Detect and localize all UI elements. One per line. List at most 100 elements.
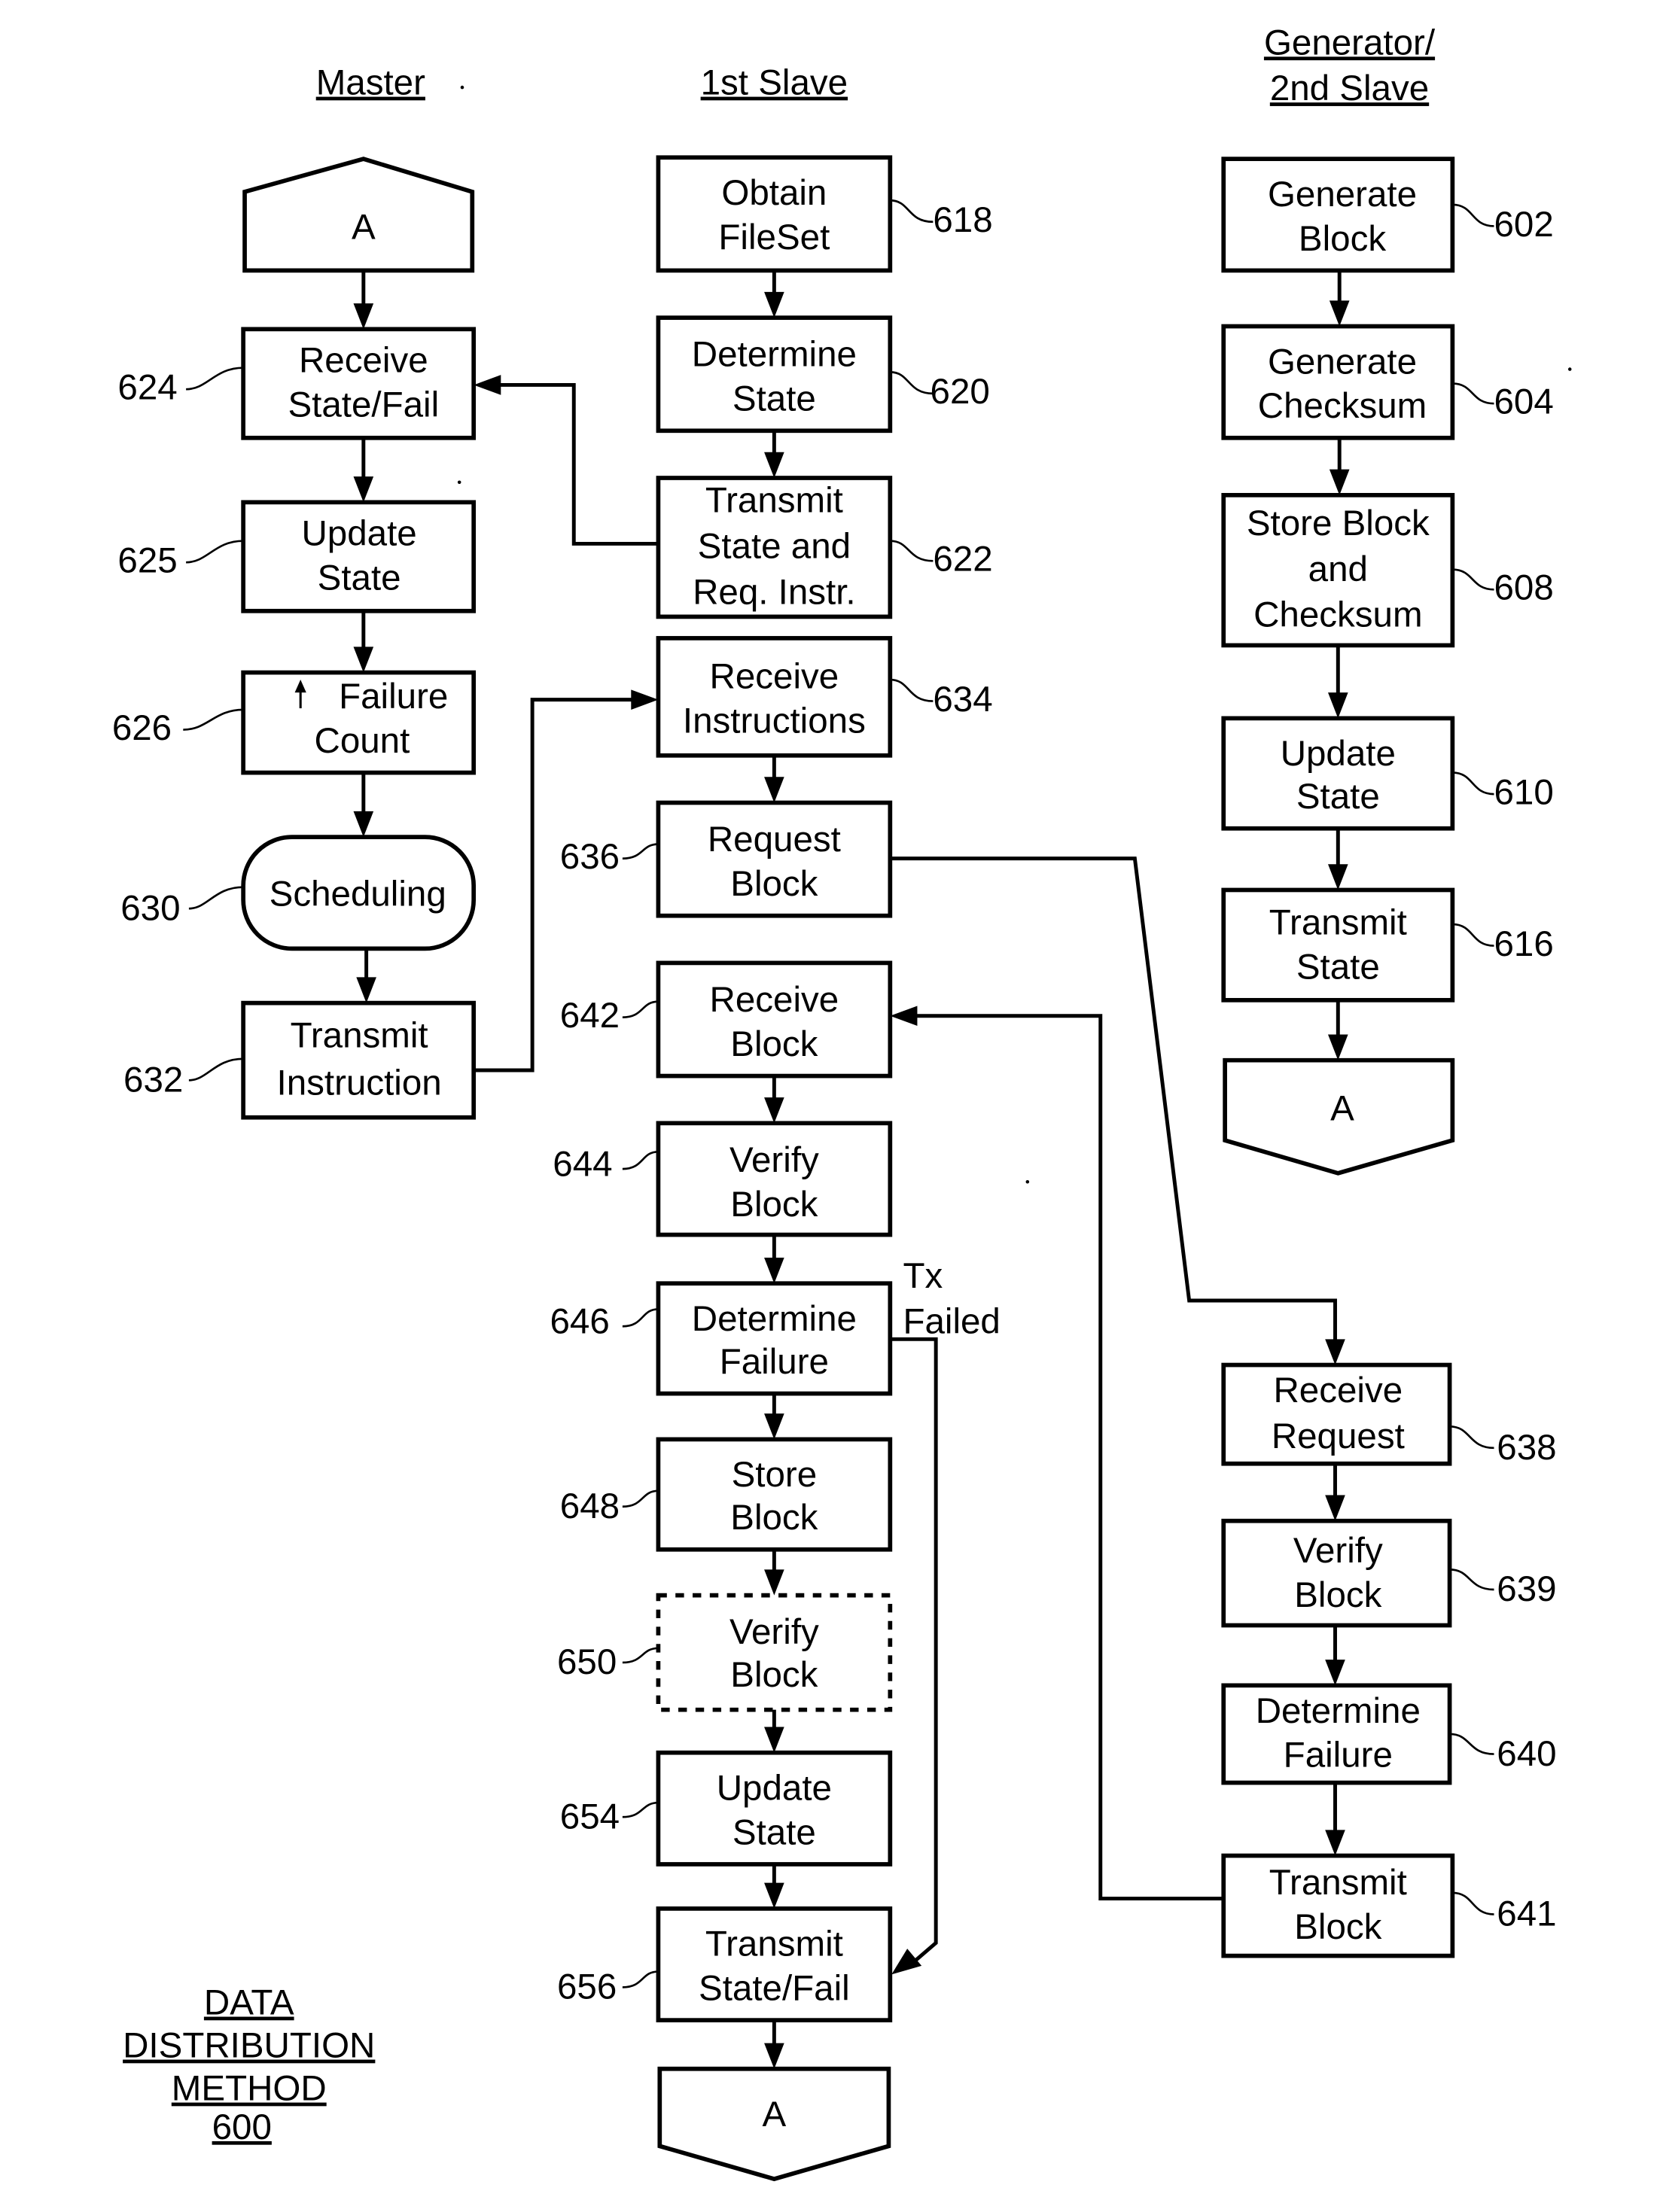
ref-leader xyxy=(1452,1891,1494,1915)
ref-leader xyxy=(1452,568,1494,591)
step-625: Update State 625 xyxy=(117,500,477,613)
step-656: Transmit State/Fail 656 xyxy=(557,1906,893,2023)
ref-leader xyxy=(622,1970,659,1988)
ref-number: 622 xyxy=(933,540,992,580)
step-label-line: Block xyxy=(730,1185,818,1225)
step-620: Determine State 620 xyxy=(656,315,990,434)
step-label-line: Transmit xyxy=(1269,902,1407,942)
step-label-line: Receive xyxy=(710,980,839,1020)
ref-leader xyxy=(622,843,659,860)
ref-number: 646 xyxy=(550,1302,609,1342)
step-label-line: Block xyxy=(730,1498,818,1538)
ref-number: 630 xyxy=(120,888,180,928)
ref-number: 634 xyxy=(933,680,992,720)
ref-leader xyxy=(186,540,244,564)
step-label-line: Update xyxy=(1281,734,1396,774)
ref-number: 616 xyxy=(1494,924,1554,964)
ref-leader xyxy=(890,540,934,562)
step-label-line: State/Fail xyxy=(699,1969,850,2009)
ref-leader xyxy=(1449,1733,1494,1755)
ref-number: 625 xyxy=(117,540,177,580)
ref-number: 618 xyxy=(933,200,992,240)
ref-number: 641 xyxy=(1497,1894,1556,1934)
step-label-line: Transmit xyxy=(1269,1863,1407,1903)
ref-leader xyxy=(622,1489,659,1508)
ref-number: 642 xyxy=(560,996,620,1036)
step-639: Verify Block 639 xyxy=(1221,1518,1557,1628)
ref-leader xyxy=(622,1000,659,1018)
step-label-line: Update xyxy=(717,1768,832,1808)
figure-title-line: 600 xyxy=(212,2107,272,2147)
step-label-line: Block xyxy=(1294,1575,1381,1615)
step-634: Receive Instructions 634 xyxy=(656,636,993,758)
step-label-line: Transmit xyxy=(291,1016,428,1056)
step-label-line: Generate xyxy=(1268,175,1417,215)
ref-number: 656 xyxy=(557,1967,617,2007)
step-label-line: Store xyxy=(732,1455,818,1495)
ref-leader xyxy=(890,678,934,702)
step-label-line: Block xyxy=(1294,1907,1381,1947)
ref-leader xyxy=(1452,771,1494,796)
step-642: Receive Block 642 xyxy=(560,960,893,1079)
step-label-line: Instructions xyxy=(683,701,866,741)
ref-leader xyxy=(188,886,244,910)
connector-label: A xyxy=(1330,1089,1354,1129)
ref-number: 602 xyxy=(1494,205,1554,245)
lane-header-generator-line2: 2nd Slave xyxy=(1270,68,1429,108)
step-label-line: State/Fail xyxy=(288,385,439,424)
figure-title-line: DISTRIBUTION xyxy=(123,2026,375,2066)
step-label-line: Count xyxy=(315,721,410,761)
figure-title: DATA DISTRIBUTION METHOD 600 xyxy=(123,1983,375,2147)
edge-641-to-642 xyxy=(890,1006,1224,1901)
connector-a-master-start: A xyxy=(242,157,475,273)
step-label-line: Block xyxy=(730,864,818,904)
step-650-optional: Verify Block 650 xyxy=(557,1593,893,1712)
step-label-line: Block xyxy=(1299,219,1386,259)
step-630: Scheduling 630 xyxy=(120,835,477,951)
step-label-line: Req. Instr. xyxy=(693,572,856,612)
ref-number: 648 xyxy=(560,1486,620,1526)
step-label-line: Failure xyxy=(1284,1736,1393,1775)
step-label-line: State xyxy=(318,558,401,598)
step-label-line: FileSet xyxy=(718,218,830,257)
ref-leader xyxy=(1452,203,1494,227)
step-label-line: State xyxy=(733,1812,816,1852)
step-label-line: Generate xyxy=(1268,342,1417,382)
connector-label: A xyxy=(763,2095,787,2134)
step-616: Transmit State 616 xyxy=(1221,887,1554,1003)
figure-title-line: METHOD xyxy=(172,2069,327,2109)
ref-number: 608 xyxy=(1494,568,1554,608)
step-641: Transmit Block 641 xyxy=(1221,1853,1557,1958)
step-label-line: State xyxy=(1296,777,1380,817)
ref-leader xyxy=(890,199,934,224)
ref-number: 626 xyxy=(112,708,172,748)
step-label-line: Checksum xyxy=(1258,386,1427,426)
ref-leader xyxy=(622,1801,659,1818)
step-label-line: Instruction xyxy=(277,1063,442,1103)
step-626: Failure Count 626 xyxy=(112,670,477,775)
step-label-line: Store Block xyxy=(1247,504,1430,543)
step-622: Transmit State and Req. Instr. 622 xyxy=(656,476,993,619)
ref-number: 640 xyxy=(1497,1734,1556,1774)
ref-number: 636 xyxy=(560,837,620,877)
step-624: Receive State/Fail 624 xyxy=(117,327,477,440)
ref-number: 654 xyxy=(560,1797,620,1836)
ref-number: 604 xyxy=(1494,382,1554,421)
ref-leader xyxy=(183,708,244,731)
ref-number: 644 xyxy=(553,1145,612,1185)
step-640: Determine Failure 640 xyxy=(1221,1683,1557,1785)
connector-label: A xyxy=(352,208,376,248)
connector-a-slave-end: A xyxy=(657,2066,891,2182)
step-label-line: Block xyxy=(730,1024,818,1064)
step-label-line: Checksum xyxy=(1253,595,1422,635)
step-636: Request Block 636 xyxy=(560,800,893,918)
ref-number: 638 xyxy=(1497,1428,1556,1468)
step-608: Store Block and Checksum 608 xyxy=(1221,492,1554,648)
step-label-line: Failure xyxy=(720,1342,829,1382)
ref-number: 639 xyxy=(1497,1569,1556,1609)
ref-number: 632 xyxy=(123,1060,183,1100)
step-label-line: Receive xyxy=(299,340,428,380)
lane-header-first-slave: 1st Slave xyxy=(701,63,848,103)
step-label-line: Determine xyxy=(1256,1691,1421,1731)
step-label-line: Obtain xyxy=(721,173,827,213)
